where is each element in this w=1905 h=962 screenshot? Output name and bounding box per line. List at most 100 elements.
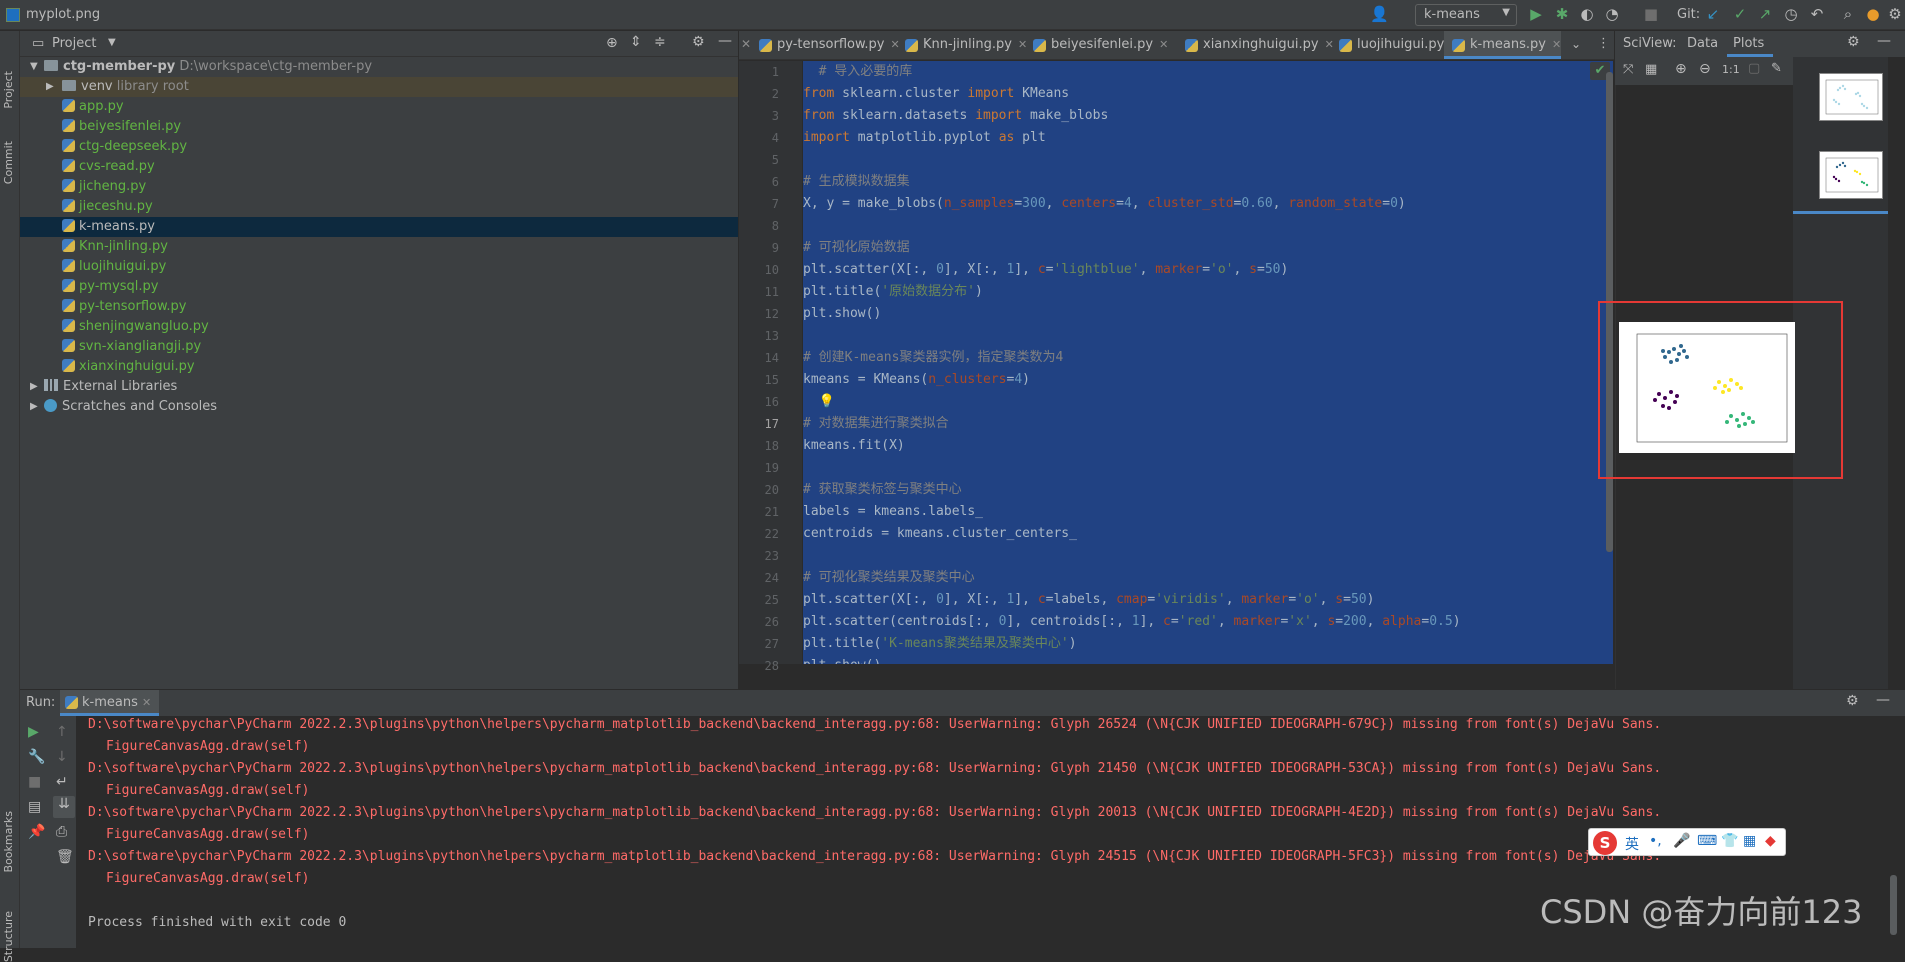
game-icon[interactable]: ◆ — [1765, 833, 1776, 849]
project-tool-tab[interactable]: Project — [2, 71, 15, 109]
tree-file[interactable]: luojihuigui.py — [20, 257, 738, 277]
tab-xianxinghuigui[interactable]: xianxinghuigui.py ✕ — [1177, 31, 1334, 59]
git-push-icon[interactable]: ↗ — [1756, 6, 1774, 22]
tree-file[interactable]: k-means.py — [20, 217, 738, 237]
apps-icon[interactable]: ▦ — [1743, 833, 1756, 849]
scroll-end-icon[interactable]: ⇊ — [53, 796, 75, 818]
settings-gear-icon[interactable]: ⚙ — [1886, 6, 1904, 22]
close-icon[interactable]: ✕ — [1159, 38, 1168, 51]
zoom-out-icon[interactable]: ⊖ — [1699, 61, 1711, 77]
tab-py-tensorflow[interactable]: py-tensorflow.py ✕ — [751, 31, 900, 59]
wrench-icon[interactable]: 🔧 — [28, 749, 45, 765]
structure-tool-tab[interactable]: Structure — [2, 911, 15, 962]
print-icon[interactable]: ⎙ — [56, 824, 67, 840]
debug-icon[interactable]: ✱ — [1553, 6, 1571, 22]
stop-icon[interactable]: ■ — [28, 774, 41, 790]
profile-icon[interactable]: ◔ — [1603, 6, 1621, 22]
tab-luojihuigui[interactable]: luojihuigui.py✕ — [1331, 31, 1460, 59]
hide-panel-icon[interactable]: — — [718, 33, 732, 49]
ime-lang[interactable]: 英 — [1625, 834, 1639, 854]
stop-icon[interactable]: ■ — [1642, 6, 1660, 22]
scroll-down-icon[interactable]: ↓ — [56, 749, 68, 765]
tree-file[interactable]: Knn-jinling.py — [20, 237, 738, 257]
ime-toolbar[interactable]: S 英 •, 🎤 ⌨ 👕 ▦ ◆ — [1588, 828, 1786, 856]
tree-scratches[interactable]: ▶ Scratches and Consoles — [20, 397, 738, 417]
rerun-icon[interactable]: ▶ — [28, 724, 39, 740]
chevron-right-icon[interactable]: ▶ — [30, 377, 38, 397]
run-scrollbar[interactable] — [1890, 875, 1897, 935]
keyboard-icon[interactable]: ⌨ — [1697, 833, 1717, 849]
plot-thumbnail-2[interactable] — [1819, 151, 1883, 199]
punctuation-icon[interactable]: •, — [1649, 833, 1662, 849]
grid-icon[interactable]: ▦ — [1645, 62, 1657, 77]
tree-external-libraries[interactable]: ▶ External Libraries — [20, 377, 738, 397]
highlight-box — [1598, 301, 1843, 479]
tree-file[interactable]: svn-xiangliangji.py — [20, 337, 738, 357]
tree-file[interactable]: jicheng.py — [20, 177, 738, 197]
zoom-in-icon[interactable]: ⊕ — [1675, 61, 1687, 77]
tree-file[interactable]: cvs-read.py — [20, 157, 738, 177]
tree-root[interactable]: ▼ ctg-member-py D:\workspace\ctg-member-… — [20, 57, 738, 77]
layout-icon[interactable]: ▤ — [28, 799, 41, 815]
git-commit-icon[interactable]: ✓ — [1731, 6, 1749, 22]
fit-zoom-icon[interactable]: ▢ — [1748, 61, 1760, 76]
chevron-right-icon[interactable]: ▶ — [46, 77, 54, 97]
search-icon[interactable]: ⌕ — [1839, 6, 1857, 22]
expand-all-icon[interactable]: ⇕ — [630, 34, 642, 50]
panel-gear-icon[interactable]: ⚙ — [692, 34, 705, 50]
chevron-down-icon[interactable]: ▼ — [108, 37, 116, 48]
close-icon[interactable]: ✕ — [1552, 38, 1561, 51]
sciview-tab-plots[interactable]: Plots — [1727, 31, 1773, 57]
sciview-tab-data[interactable]: Data — [1687, 36, 1718, 51]
line-number: 6 — [771, 175, 779, 189]
sciview-gear-icon[interactable]: ⚙ — [1847, 34, 1860, 50]
run-gear-icon[interactable]: ⚙ — [1846, 693, 1859, 709]
more-icon[interactable]: ⋮ — [1597, 36, 1610, 51]
git-update-icon[interactable]: ↙ — [1704, 6, 1722, 22]
bookmarks-tool-tab[interactable]: Bookmarks — [2, 811, 15, 872]
commit-tool-tab[interactable]: Commit — [2, 141, 15, 184]
run-tab-k-means[interactable]: k-means ✕ — [60, 690, 160, 716]
fit-icon[interactable]: ⤧ — [1623, 62, 1633, 77]
run-icon[interactable]: ▶ — [1527, 6, 1545, 22]
scroll-up-icon[interactable]: ↑ — [56, 724, 68, 740]
tree-file[interactable]: xianxinghuigui.py — [20, 357, 738, 377]
locate-icon[interactable]: ⊕ — [606, 35, 618, 51]
folder-icon: ▭ — [32, 36, 45, 51]
user-icon[interactable]: 👤 — [1370, 6, 1389, 22]
tree-file[interactable]: ctg-deepseek.py — [20, 137, 738, 157]
hide-panel-icon[interactable]: — — [1877, 33, 1891, 49]
history-icon[interactable]: ◷ — [1782, 6, 1800, 22]
tree-file[interactable]: app.py — [20, 97, 738, 117]
pin-icon[interactable]: 📌 — [28, 824, 45, 840]
project-panel-title[interactable]: Project — [52, 36, 96, 51]
plot-thumbnail-1[interactable] — [1819, 73, 1883, 121]
color-picker-icon[interactable]: ✎ — [1771, 61, 1782, 76]
hide-panel-icon[interactable]: — — [1876, 692, 1890, 708]
tree-file[interactable]: beiyesifenlei.py — [20, 117, 738, 137]
tree-file[interactable]: shenjingwangluo.py — [20, 317, 738, 337]
tree-file[interactable]: py-mysql.py — [20, 277, 738, 297]
soft-wrap-icon[interactable]: ↵ — [56, 774, 68, 790]
tab-knn-jinling[interactable]: Knn-jinling.py ✕ — [897, 31, 1027, 59]
code-content[interactable]: # 导入必要的库 from sklearn.cluster import KMe… — [803, 61, 1613, 664]
tab-beiyesifenlei[interactable]: beiyesifenlei.py ✕ — [1025, 31, 1168, 59]
tab-k-means[interactable]: k-means.py ✕ — [1444, 31, 1562, 59]
collapse-all-icon[interactable]: ≑ — [654, 34, 666, 50]
close-icon[interactable]: ✕ — [142, 696, 151, 709]
undo-icon[interactable]: ↶ — [1808, 6, 1826, 22]
trash-icon[interactable]: 🗑 — [56, 849, 74, 865]
tab-close-icon[interactable]: ✕ — [741, 37, 751, 51]
tree-file[interactable]: py-tensorflow.py — [20, 297, 738, 317]
coverage-icon[interactable]: ◐ — [1578, 6, 1596, 22]
tree-venv[interactable]: ▶ venv library root — [20, 77, 738, 97]
chevron-right-icon[interactable]: ▶ — [30, 397, 38, 417]
microphone-icon[interactable]: 🎤 — [1673, 833, 1690, 849]
run-config-select[interactable]: k-means ▼ — [1415, 4, 1517, 26]
skin-icon[interactable]: 👕 — [1721, 833, 1738, 849]
update-icon[interactable]: ● — [1864, 6, 1882, 22]
tree-file[interactable]: jieceshu.py — [20, 197, 738, 217]
tabs-dropdown-icon[interactable]: ⌄ — [1571, 37, 1581, 51]
chevron-down-icon[interactable]: ▼ — [30, 57, 38, 77]
actual-size-label[interactable]: 1:1 — [1722, 63, 1740, 76]
